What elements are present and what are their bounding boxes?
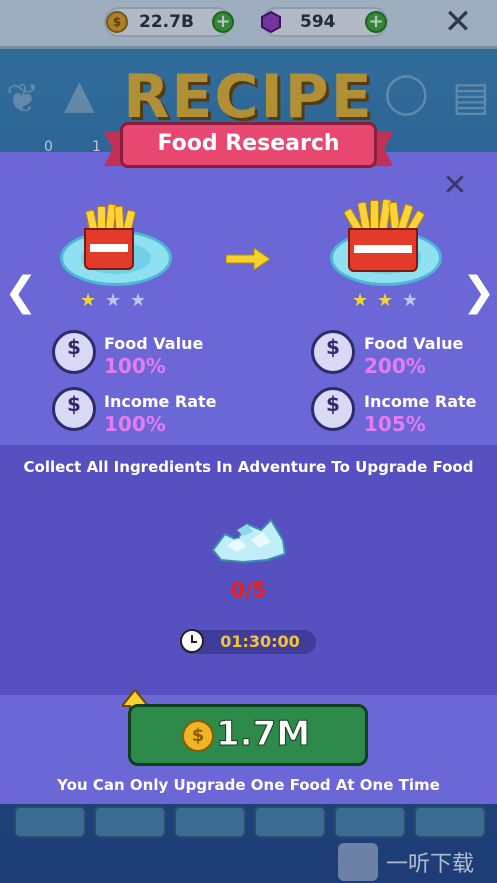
star-icon: ★ [352,290,369,311]
income-rate: 100% [104,412,166,436]
previous-arrow-icon[interactable]: ❮ [4,272,38,312]
bottom-slot [174,806,246,838]
upgrade-arrow-icon [226,248,270,270]
clock-icon [180,629,204,653]
star-icon: ★ [80,290,97,311]
food-value-label: Food Value [104,334,204,353]
bottom-slot [334,806,406,838]
timer-text: 01:30:00 [220,632,300,651]
star-icon: ★ [402,290,419,311]
money-person-icon: $ [311,330,355,374]
food-value: 200% [364,354,426,378]
upgrade-notice: You Can Only Upgrade One Food At One Tim… [57,776,440,794]
star-icon: ★ [105,290,122,311]
money-person-icon: $ [311,387,355,431]
income-rate-label: Income Rate [104,392,217,411]
next-arrow-icon[interactable]: ❯ [462,272,496,312]
bottom-slot [254,806,326,838]
coin-icon: $ [182,720,214,752]
star-icon: ★ [377,290,394,311]
collect-instructions: Collect All Ingredients In Adventure To … [23,458,474,476]
close-icon[interactable]: ✕ [441,171,469,201]
income-rate: 105% [364,412,426,436]
bottom-slot [414,806,486,838]
money-person-icon: $ [52,330,96,374]
star-icon: ★ [130,290,147,311]
bottom-slot [14,806,86,838]
ingredient-count: 0/5 [230,578,267,602]
ice-crystals-icon [211,518,287,564]
bottom-slot [94,806,166,838]
food-value-label: Food Value [364,334,464,353]
money-person-icon: $ [52,387,96,431]
watermark-text: 一听下载 [386,852,475,877]
watermark-logo-icon [338,843,378,881]
upgrade-price: 1.7M [215,714,311,755]
ingredient-section [0,445,497,695]
income-rate-label: Income Rate [364,392,477,411]
dialog-title: Food Research [157,131,340,156]
food-value: 100% [104,354,166,378]
